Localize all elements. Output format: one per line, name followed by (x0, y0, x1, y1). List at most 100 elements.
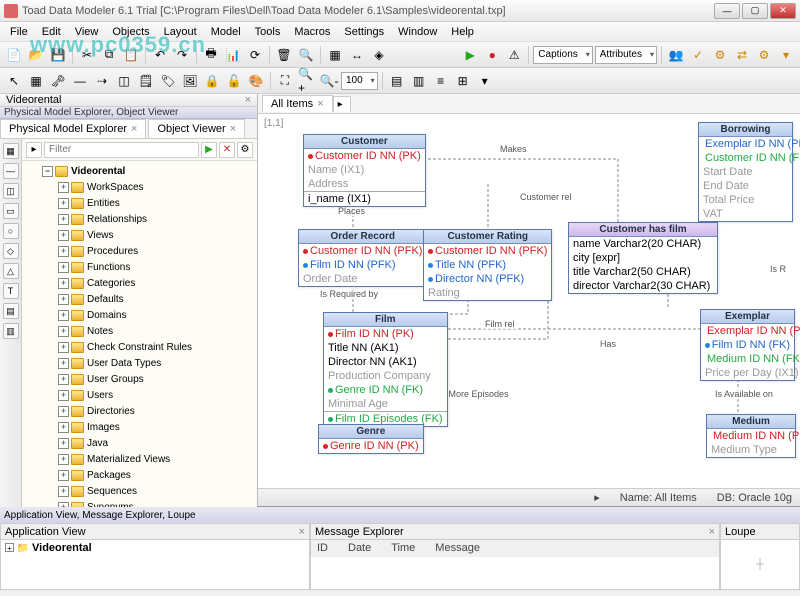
entity-row[interactable]: title Varchar2(50 CHAR) (569, 265, 717, 279)
expand-icon[interactable]: + (58, 278, 69, 289)
entity-row[interactable]: Customer ID NN (PFK) (424, 244, 551, 258)
users-icon[interactable]: 👥 (666, 45, 686, 65)
tree-item-label[interactable]: Packages (87, 470, 131, 481)
entity-row[interactable]: Customer ID NN (PK) (304, 149, 425, 163)
undo-icon[interactable]: ↶ (150, 45, 170, 65)
tree-item-label[interactable]: Directories (87, 406, 135, 417)
expand-icon[interactable]: + (58, 294, 69, 305)
sidetool-4-icon[interactable]: ▭ (3, 203, 19, 219)
expand-icon[interactable]: + (58, 486, 69, 497)
tree-item-label[interactable]: User Groups (87, 374, 144, 385)
entity-hasfilm[interactable]: Customer has filmname Varchar2(20 CHAR)c… (568, 222, 718, 294)
tree-item-label[interactable]: User Data Types (87, 358, 161, 369)
gear-icon[interactable]: ⚙ (754, 45, 774, 65)
menu-objects[interactable]: Objects (106, 24, 155, 40)
tree-item-label[interactable]: WorkSpaces (87, 182, 144, 193)
expand-icon[interactable]: + (58, 230, 69, 241)
filter-go-icon[interactable]: ▶ (201, 142, 217, 158)
tree-item-label[interactable]: Sequences (87, 486, 137, 497)
entity-row[interactable]: End Date (699, 179, 792, 193)
entity-genre[interactable]: GenreGenre ID NN (PK) (318, 424, 424, 454)
diagram-canvas[interactable]: [1,1] Makes P (258, 114, 800, 488)
entity-row[interactable]: Minimal Age (324, 397, 447, 411)
entity-row[interactable]: Price per Day (IX1) (701, 366, 794, 380)
expand-icon[interactable]: + (58, 326, 69, 337)
entity-customer[interactable]: CustomerCustomer ID NN (PK)Name (IX1)Add… (303, 134, 426, 207)
run-icon[interactable]: ▶ (460, 45, 480, 65)
sidetool-3-icon[interactable]: ◫ (3, 183, 19, 199)
expand-icon[interactable]: − (42, 166, 53, 177)
entity-row[interactable]: name Varchar2(20 CHAR) (569, 237, 717, 251)
entity-row[interactable]: Address (304, 177, 425, 191)
note-icon[interactable]: 🗒 (136, 71, 156, 91)
entity-row[interactable]: Title NN (AK1) (324, 341, 447, 355)
model-tree[interactable]: −Videorental +WorkSpaces+Entities+Relati… (22, 161, 257, 549)
tree-item-label[interactable]: Defaults (87, 294, 124, 305)
sidetool-8-icon[interactable]: T (3, 283, 19, 299)
print-icon[interactable]: 🖶 (201, 45, 221, 65)
new-tab-button[interactable]: ▸ (333, 96, 351, 112)
sidetool-5-icon[interactable]: ○ (3, 223, 19, 239)
expand-icon[interactable]: + (58, 470, 69, 481)
viewent-icon[interactable]: ◫ (114, 71, 134, 91)
menu-layout[interactable]: Layout (158, 24, 203, 40)
tree-item-label[interactable]: Relationships (87, 214, 147, 225)
tree-item-label[interactable]: Images (87, 422, 120, 433)
more-icon[interactable]: ▾ (776, 45, 796, 65)
expand-icon[interactable]: + (58, 406, 69, 417)
entity-row[interactable]: city [expr] (569, 251, 717, 265)
image-icon[interactable]: 🖼 (180, 71, 200, 91)
expand-icon[interactable]: + (58, 358, 69, 369)
tree-item-label[interactable]: Users (87, 390, 113, 401)
view-icon[interactable]: ◈ (369, 45, 389, 65)
link1-icon[interactable]: — (70, 71, 90, 91)
sidetool-2-icon[interactable]: — (3, 163, 19, 179)
new-icon[interactable]: 📄 (4, 45, 24, 65)
menu-settings[interactable]: Settings (338, 24, 390, 40)
entity-row[interactable]: Customer ID NN (FK) (699, 151, 792, 165)
delete-icon[interactable]: 🗑 (274, 45, 294, 65)
doc-tab[interactable]: Videorental × (0, 94, 257, 107)
menu-macros[interactable]: Macros (288, 24, 336, 40)
tree-item-label[interactable]: Materialized Views (87, 454, 170, 465)
menu-file[interactable]: File (4, 24, 34, 40)
entity-row[interactable]: Exemplar ID NN (PK) (701, 324, 794, 338)
entity-row[interactable]: Film ID NN (PK) (324, 327, 447, 341)
entity-row[interactable]: Production Company (324, 369, 447, 383)
close-button[interactable]: ✕ (770, 3, 796, 19)
maximize-button[interactable]: ▢ (742, 3, 768, 19)
tab-object-viewer[interactable]: Object Viewer× (148, 119, 245, 138)
sidetool-10-icon[interactable]: ▥ (3, 323, 19, 339)
relation-icon[interactable]: ↔ (347, 45, 367, 65)
expand-icon[interactable]: + (58, 214, 69, 225)
entity-borrowing[interactable]: BorrowingExemplar ID NN (PFK)Customer ID… (698, 122, 793, 222)
open-icon[interactable]: 📂 (26, 45, 46, 65)
layer1-icon[interactable]: ▤ (387, 71, 407, 91)
save-icon[interactable]: 💾 (48, 45, 68, 65)
entity-row[interactable]: director Varchar2(30 CHAR) (569, 279, 717, 293)
expand-icon[interactable]: + (58, 438, 69, 449)
dropdown-icon[interactable]: ▾ (475, 71, 495, 91)
tree-item-label[interactable]: Check Constraint Rules (87, 342, 192, 353)
tree-item-label[interactable]: Notes (87, 326, 113, 337)
menu-view[interactable]: View (69, 24, 105, 40)
expand-icon[interactable]: + (58, 246, 69, 257)
expand-icon[interactable]: + (58, 390, 69, 401)
filter-opts-icon[interactable]: ⚙ (237, 142, 253, 158)
tree-item-label[interactable]: Entities (87, 198, 120, 209)
expand-icon[interactable]: + (58, 374, 69, 385)
entity-row[interactable]: Customer ID NN (PFK) (299, 244, 426, 258)
expand-icon[interactable]: + (58, 262, 69, 273)
attributes-dropdown[interactable]: Attributes (595, 46, 657, 64)
entity-film[interactable]: FilmFilm ID NN (PK)Title NN (AK1)Directo… (323, 312, 448, 427)
redo-icon[interactable]: ↷ (172, 45, 192, 65)
refresh-icon[interactable]: ⟳ (245, 45, 265, 65)
entity-row[interactable]: Rating (424, 286, 551, 300)
cut-icon[interactable]: ✂ (77, 45, 97, 65)
captions-dropdown[interactable]: Captions (533, 46, 592, 64)
filter-clear-icon[interactable]: ✕ (219, 142, 235, 158)
entity-row[interactable]: Genre ID NN (FK) (324, 383, 447, 397)
menu-window[interactable]: Window (392, 24, 443, 40)
tree-item-label[interactable]: Views (87, 230, 114, 241)
menu-edit[interactable]: Edit (36, 24, 67, 40)
